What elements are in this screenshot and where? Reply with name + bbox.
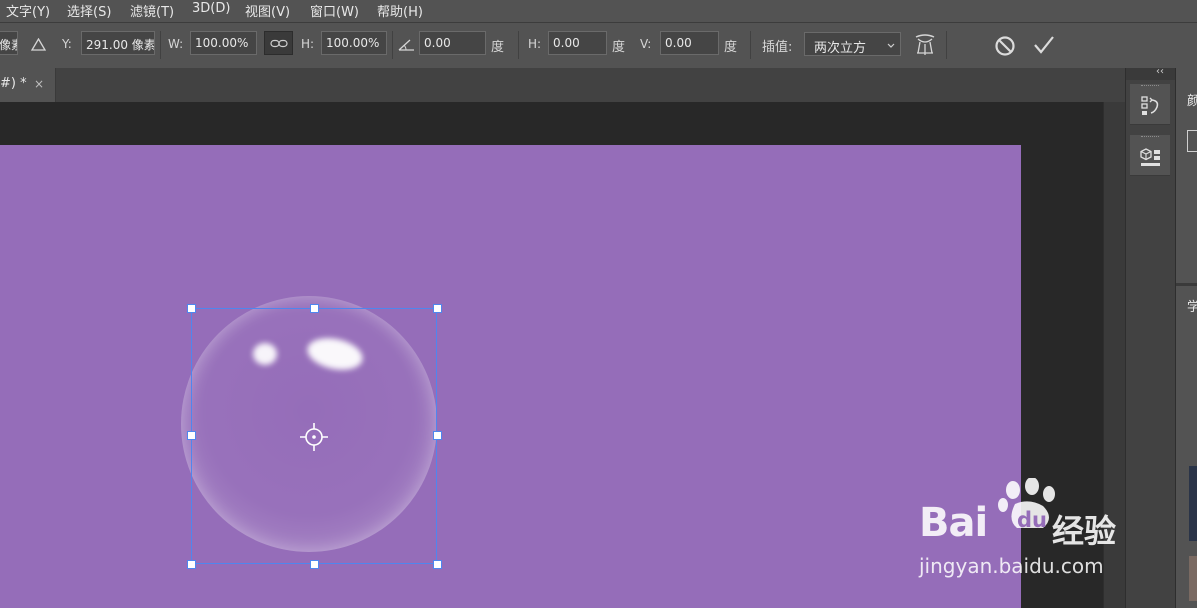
grip-handle (1141, 136, 1159, 139)
interpolation-label: 插值: (762, 40, 793, 55)
link-icon (270, 39, 288, 48)
width-field[interactable]: 100.00% (190, 31, 257, 55)
skew-h-field[interactable]: 0.00 (548, 31, 607, 55)
3d-panel-icon (1140, 148, 1160, 166)
skew-v-unit: 度 (724, 40, 738, 55)
interpolation-select[interactable]: 两次立方 (804, 32, 901, 56)
grip-handle (1141, 85, 1159, 88)
interpolation-value: 两次立方 (814, 41, 867, 56)
chevron-down-icon (887, 43, 895, 48)
transform-handle-right[interactable] (433, 431, 442, 440)
rotation-field[interactable]: 0.00 (419, 31, 486, 55)
color-panel-tab[interactable]: 颜 (1187, 90, 1197, 109)
transform-handle-bottom-left[interactable] (187, 560, 196, 569)
watermark-brand-cn: 经验 (1052, 512, 1117, 550)
panel-divider (1176, 283, 1197, 286)
menu-3d[interactable]: 3D(D) (192, 1, 230, 16)
watermark-url: jingyan.baidu.com (919, 554, 1104, 578)
separator (160, 31, 161, 59)
rotation-unit: 度 (491, 40, 505, 55)
separator (750, 31, 751, 59)
tutorial-thumbnail[interactable] (1189, 556, 1197, 601)
warp-mode-icon[interactable] (914, 33, 936, 57)
menu-filter[interactable]: 滤镜(T) (130, 1, 174, 20)
menu-type[interactable]: 文字(Y) (6, 1, 50, 20)
watermark-brand-du: du (1017, 508, 1047, 532)
skew-h-label: H: (528, 37, 542, 51)
history-panel-button[interactable] (1130, 84, 1170, 125)
reference-point-icon[interactable] (298, 421, 330, 453)
separator (518, 31, 519, 59)
transform-handle-top-left[interactable] (187, 304, 196, 313)
menu-select[interactable]: 选择(S) (67, 1, 111, 20)
options-bar: 像素 Y: 291.00 像素 W: 100.00% H: 100.00% 0.… (0, 23, 1197, 68)
3d-panel-button[interactable] (1130, 135, 1170, 176)
y-field[interactable]: 291.00 像素 (81, 31, 155, 55)
document-tab[interactable]: #) * × (0, 68, 56, 102)
collapse-icon[interactable]: ‹‹ (1156, 66, 1164, 77)
dock-header: ‹‹ (1126, 66, 1176, 80)
transform-handle-bottom[interactable] (310, 560, 319, 569)
right-panels: 颜 学 (1175, 68, 1197, 608)
x-field[interactable]: 像素 (0, 31, 18, 55)
commit-check-icon[interactable] (1033, 35, 1055, 55)
close-icon[interactable]: × (34, 77, 44, 91)
transform-handle-left[interactable] (187, 431, 196, 440)
transform-handle-top[interactable] (310, 304, 319, 313)
width-label: W: (168, 37, 184, 51)
angle-icon (398, 39, 414, 51)
height-field[interactable]: 100.00% (321, 31, 387, 55)
transform-handle-bottom-right[interactable] (433, 560, 442, 569)
history-panel-icon (1141, 96, 1159, 115)
menu-window[interactable]: 窗口(W) (310, 1, 359, 20)
baidu-jingyan-watermark: Bai du 经验 jingyan.baidu.com (915, 478, 1140, 578)
color-swatch[interactable] (1187, 130, 1197, 152)
warp-triangle-icon[interactable] (31, 38, 46, 51)
document-tab-title: #) * (0, 76, 27, 91)
link-aspect-button[interactable] (264, 31, 293, 55)
menu-help[interactable]: 帮助(H) (377, 1, 423, 20)
y-label: Y: (62, 37, 72, 51)
tutorial-thumbnail[interactable] (1189, 466, 1197, 541)
document-canvas[interactable] (0, 145, 1021, 608)
height-label: H: (301, 37, 315, 51)
document-tab-bar: #) * × (0, 68, 1125, 102)
learn-panel-tab[interactable]: 学 (1187, 296, 1197, 315)
skew-v-label: V: (640, 37, 652, 51)
transform-handle-top-right[interactable] (433, 304, 442, 313)
skew-h-unit: 度 (612, 40, 626, 55)
separator (392, 31, 393, 59)
separator (946, 31, 947, 59)
watermark-brand-latin: Bai (919, 500, 988, 546)
skew-v-field[interactable]: 0.00 (660, 31, 719, 55)
menu-view[interactable]: 视图(V) (245, 1, 290, 20)
cancel-icon[interactable] (994, 35, 1016, 57)
menu-bar: 文字(Y) 选择(S) 滤镜(T) 3D(D) 视图(V) 窗口(W) 帮助(H… (0, 0, 1197, 22)
